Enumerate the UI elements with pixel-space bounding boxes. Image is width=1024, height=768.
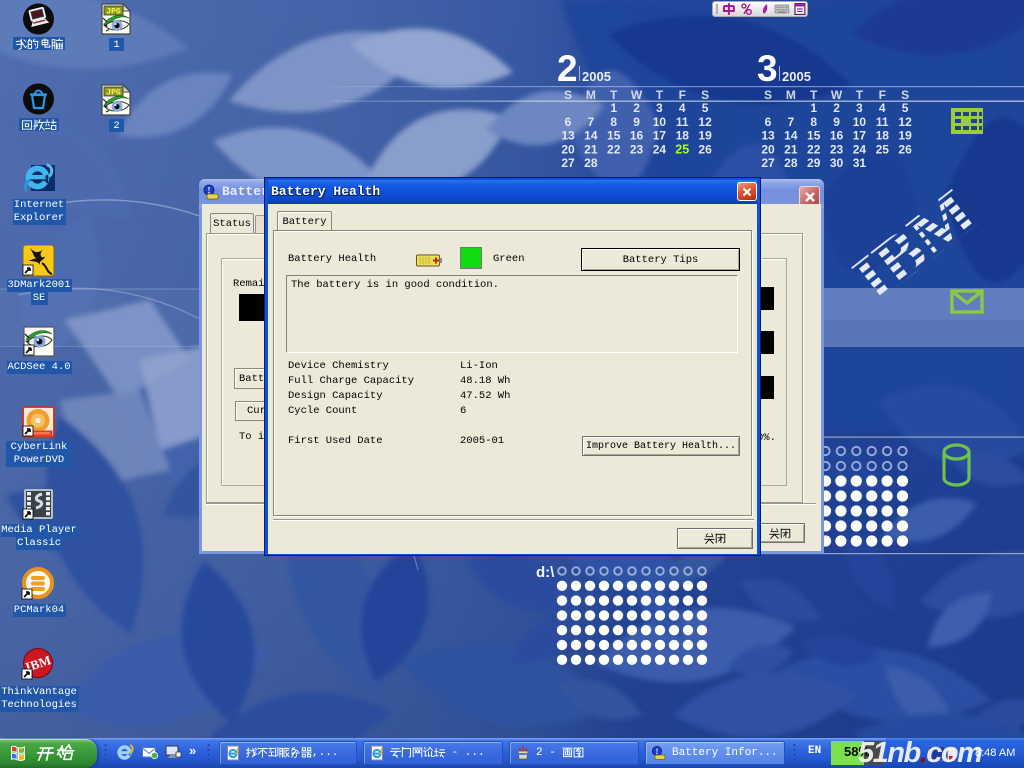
svg-text:24: 24 [653,142,667,156]
svg-text:18: 18 [676,129,690,143]
svg-text:5: 5 [702,101,709,115]
svg-text:15: 15 [807,129,821,143]
svg-text:1: 1 [610,101,617,115]
svg-text:6: 6 [565,115,572,129]
svg-text:12: 12 [698,115,712,129]
svg-text:10: 10 [653,115,667,129]
svg-text:M: M [786,88,796,102]
svg-text:26: 26 [898,142,912,156]
svg-text:T: T [656,88,664,102]
svg-text:20: 20 [761,142,775,156]
svg-text:7: 7 [788,115,795,129]
svg-text:27: 27 [561,156,575,170]
svg-text:11: 11 [676,115,689,129]
svg-text:16: 16 [630,129,644,143]
svg-text:30: 30 [830,156,844,170]
svg-text:M: M [586,88,596,102]
svg-text:13: 13 [561,129,575,143]
svg-text:T: T [856,88,864,102]
svg-text:25: 25 [675,142,689,156]
svg-text:9: 9 [833,115,840,129]
svg-text:4: 4 [879,101,886,115]
svg-text:3: 3 [656,101,663,115]
svg-text:2: 2 [557,48,578,89]
svg-text:4: 4 [679,101,686,115]
svg-text:d:\: d:\ [536,564,555,581]
svg-text:17: 17 [853,129,867,143]
svg-text:11: 11 [876,115,889,129]
svg-text:20: 20 [561,142,575,156]
svg-text:3: 3 [757,48,778,89]
svg-text:21: 21 [584,142,598,156]
svg-text:5: 5 [902,101,909,115]
svg-text:9: 9 [633,115,640,129]
svg-text:S: S [901,88,909,102]
svg-text:S: S [764,88,772,102]
svg-text:25: 25 [876,142,890,156]
svg-text:T: T [610,88,618,102]
svg-text:2: 2 [833,101,840,115]
svg-text:17: 17 [653,129,667,143]
svg-text:13: 13 [761,129,775,143]
svg-text:S: S [701,88,709,102]
svg-text:F: F [879,88,886,102]
svg-text:14: 14 [584,129,598,143]
svg-text:14: 14 [784,129,798,143]
svg-text:27: 27 [761,156,775,170]
svg-text:28: 28 [784,156,798,170]
svg-text:21: 21 [784,142,798,156]
svg-text:22: 22 [607,142,621,156]
svg-text:W: W [831,88,843,102]
svg-text:10: 10 [853,115,867,129]
svg-text:T: T [810,88,818,102]
svg-text:23: 23 [830,142,844,156]
svg-text:22: 22 [807,142,821,156]
svg-text:2005: 2005 [582,69,611,84]
svg-text:29: 29 [807,156,821,170]
svg-text:8: 8 [810,115,817,129]
svg-text:8: 8 [610,115,617,129]
svg-text:31: 31 [853,156,867,170]
svg-text:18: 18 [876,129,890,143]
svg-text:19: 19 [698,129,712,143]
svg-text:7: 7 [588,115,595,129]
svg-text:26: 26 [698,142,712,156]
svg-text:24: 24 [853,142,867,156]
svg-text:W: W [631,88,643,102]
svg-text:16: 16 [830,129,844,143]
svg-text:15: 15 [607,129,621,143]
svg-text:F: F [679,88,686,102]
svg-text:2005: 2005 [782,69,811,84]
svg-text:12: 12 [898,115,912,129]
svg-text:6: 6 [765,115,772,129]
svg-text:19: 19 [898,129,912,143]
svg-text:28: 28 [584,156,598,170]
svg-text:S: S [564,88,572,102]
svg-text:3: 3 [856,101,863,115]
svg-text:2: 2 [633,101,640,115]
svg-text:23: 23 [630,142,644,156]
svg-text:1: 1 [810,101,817,115]
